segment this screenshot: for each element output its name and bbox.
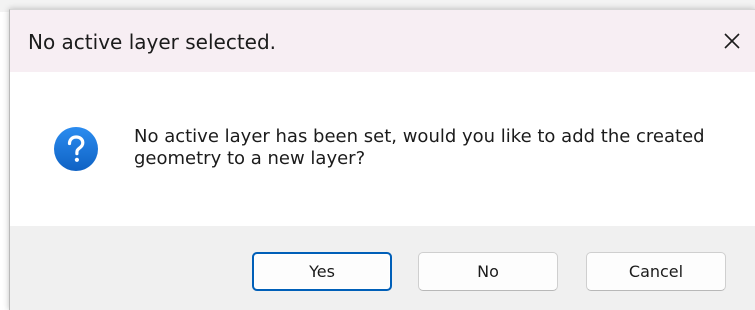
dialog-title: No active layer selected. [28, 30, 277, 54]
close-button[interactable] [709, 10, 755, 72]
no-button[interactable]: No [418, 252, 558, 291]
button-bar: Yes No Cancel [10, 226, 755, 310]
screen: No active layer selected. No active laye… [0, 0, 755, 310]
cancel-button[interactable]: Cancel [586, 252, 726, 291]
title-bar: No active layer selected. [10, 10, 755, 72]
close-icon [724, 33, 740, 49]
dialog-content: No active layer has been set, would you … [10, 72, 755, 226]
dialog-message: No active layer has been set, would you … [134, 126, 705, 169]
question-icon [54, 127, 98, 171]
yes-button[interactable]: Yes [252, 252, 392, 291]
dialog-window: No active layer selected. No active laye… [9, 9, 755, 310]
